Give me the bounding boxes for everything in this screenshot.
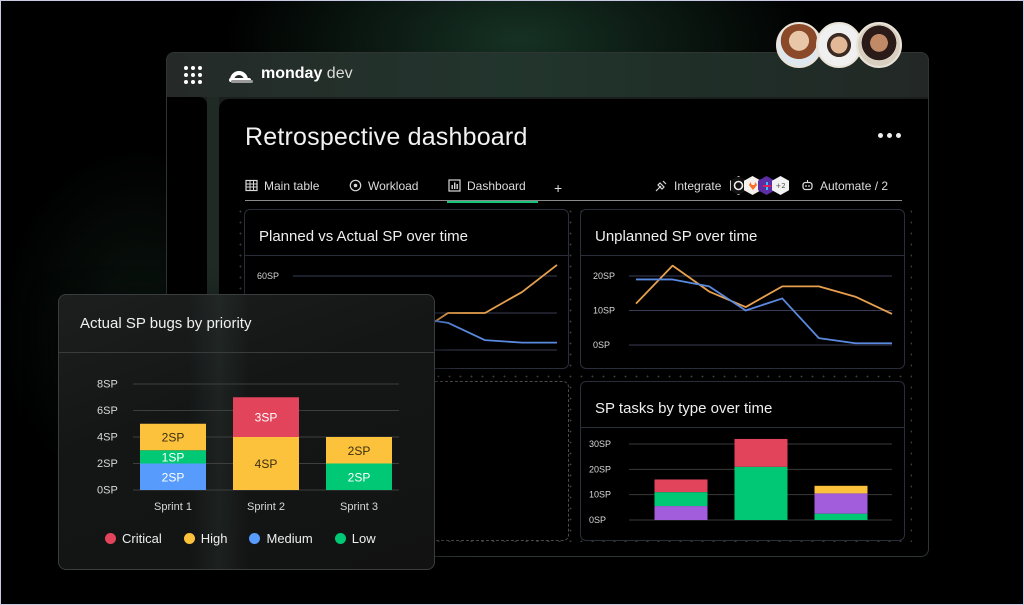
series-line-planned [430, 264, 558, 325]
widget-tasks-by-type[interactable]: SP tasks by type over time 30SP 20SP 10SP 0… [580, 381, 905, 541]
x-tick-label: Sprint 3 [340, 501, 378, 513]
data-label: 2SP [162, 431, 185, 445]
legend-item-low[interactable]: Low [334, 531, 376, 546]
data-label: 1SP [162, 450, 185, 464]
automate-label: Automate / 2 [820, 179, 889, 193]
widget-title: Planned vs Actual SP over time [259, 228, 469, 245]
collaborator-avatars [776, 22, 902, 68]
tab-label: Dashboard [467, 179, 526, 193]
legend-label: Critical [122, 531, 162, 546]
bugs-by-priority-chart: 8SP 6SP 4SP 2SP 0SP 2SP 1SP 2SP Sprint 1 4SP 3SP Sp… [97, 379, 399, 513]
data-label: 2SP [348, 444, 371, 458]
data-label: 4SP [255, 457, 278, 471]
y-tick-label: 10SP [593, 306, 615, 316]
data-label: 3SP [255, 411, 278, 425]
y-tick-label: 10SP [589, 490, 611, 500]
y-tick-label: 30SP [589, 439, 611, 449]
view-tabs: Main table Workload Dashboard + Integrat… [245, 176, 902, 203]
integrate-button[interactable]: Integrate [655, 179, 721, 193]
widget-bugs-by-priority[interactable]: Actual SP bugs by priority 8SP 6SP 4SP 2SP 0… [58, 294, 435, 570]
widget-title: Unplanned SP over time [595, 228, 758, 245]
logo[interactable]: monday dev [229, 65, 353, 83]
y-tick-label: 0SP [589, 515, 606, 525]
automate-button[interactable]: Automate / 2 [801, 179, 888, 193]
bar-segment [654, 479, 708, 493]
high-dot-icon [183, 533, 195, 544]
integrate-label: Integrate [674, 179, 722, 193]
y-tick-label: 20SP [593, 271, 615, 281]
y-tick-label: 0SP [97, 485, 118, 497]
legend-label: High [200, 531, 228, 546]
legend-item-high[interactable]: High [183, 531, 228, 546]
y-tick-label: 4SP [97, 432, 118, 444]
legend-label: Low [351, 531, 376, 546]
series-line-series-a [635, 264, 893, 315]
data-label: 2SP [348, 470, 371, 484]
tab-label: Main table [264, 179, 320, 193]
bar-segment [814, 513, 868, 520]
tab-dashboard[interactable]: Dashboard [447, 179, 538, 203]
x-tick-label: Sprint 1 [154, 501, 192, 513]
bar-segment [814, 493, 868, 514]
y-tick-label: 20SP [589, 464, 611, 474]
workload-icon [349, 179, 362, 192]
y-tick-label: 60SP [257, 271, 279, 281]
x-tick-label: Sprint 2 [247, 501, 285, 513]
widget-unplanned[interactable]: Unplanned SP over time 20SP 10SP 0SP [580, 209, 905, 369]
chart-legend: Critical High Medium Low [105, 531, 376, 546]
legend-item-critical[interactable]: Critical [105, 531, 162, 546]
bar-segment [654, 506, 708, 520]
y-tick-label: 0SP [593, 340, 610, 350]
bar-segment [814, 485, 868, 494]
apps-grid-icon[interactable] [184, 66, 202, 84]
robot-icon [802, 180, 813, 191]
more-options-button[interactable] [878, 133, 901, 138]
y-tick-label: 6SP [97, 405, 118, 417]
series-line-actual [430, 319, 557, 344]
y-tick-label: 8SP [97, 379, 118, 391]
table-icon [245, 179, 258, 192]
avatar[interactable] [856, 22, 902, 68]
add-view-button[interactable]: + [554, 180, 562, 196]
tab-workload[interactable]: Workload [349, 179, 418, 201]
tasks-by-type-chart: 30SP 20SP 10SP 0SP [589, 438, 892, 525]
y-tick-label: 2SP [97, 458, 118, 470]
integration-logos[interactable]: +2 [730, 176, 789, 195]
bar-segment [734, 466, 788, 520]
unplanned-chart: 20SP 10SP 0SP [593, 264, 893, 350]
widget-title: SP tasks by type over time [595, 400, 773, 417]
dashboard-icon [448, 179, 461, 192]
page-title: Retrospective dashboard [245, 123, 528, 151]
data-label: 2SP [162, 470, 185, 484]
bar-segment [654, 492, 708, 507]
critical-dot-icon [105, 533, 116, 544]
low-dot-icon [334, 533, 346, 544]
legend-label: Medium [266, 531, 313, 546]
plug-icon [655, 180, 667, 192]
monday-logo-icon [229, 65, 253, 83]
legend-item-medium[interactable]: Medium [249, 531, 313, 546]
series-line-series-b [636, 278, 892, 345]
medium-dot-icon [249, 533, 261, 544]
tab-main-table[interactable]: Main table [245, 179, 319, 201]
tab-label: Workload [368, 179, 419, 193]
brand-name: monday dev [261, 65, 353, 82]
bar-segment [734, 438, 788, 467]
more-integrations-badge: +2 [772, 176, 789, 195]
